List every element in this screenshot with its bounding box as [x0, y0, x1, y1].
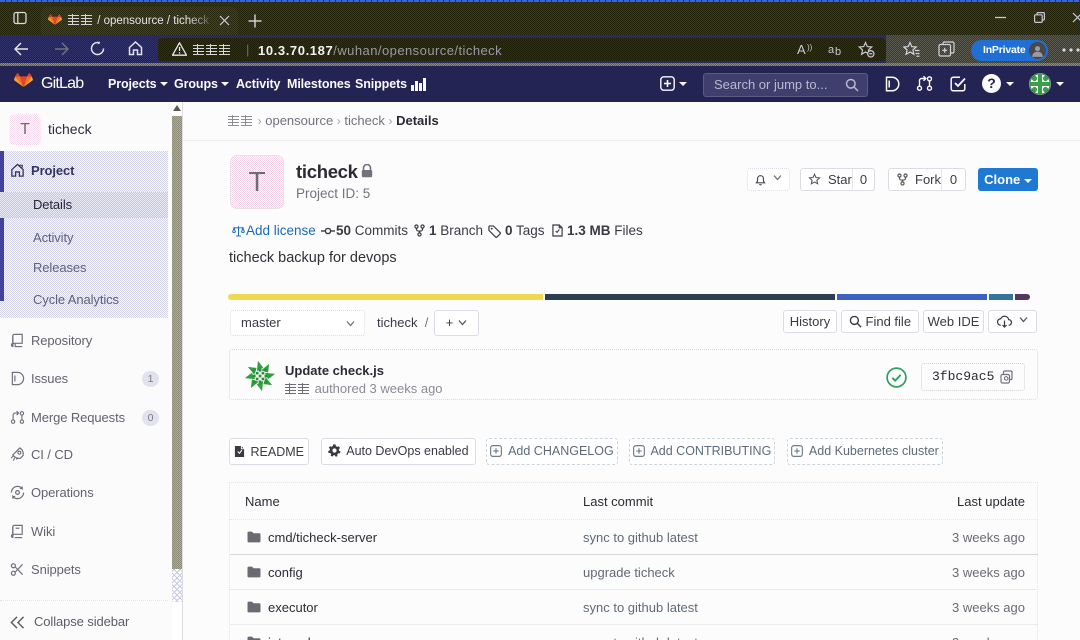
svg-text:a: a: [828, 44, 835, 56]
svg-text:b: b: [835, 46, 841, 56]
svg-text:A: A: [797, 42, 806, 56]
svg-text:)): )): [807, 43, 813, 52]
